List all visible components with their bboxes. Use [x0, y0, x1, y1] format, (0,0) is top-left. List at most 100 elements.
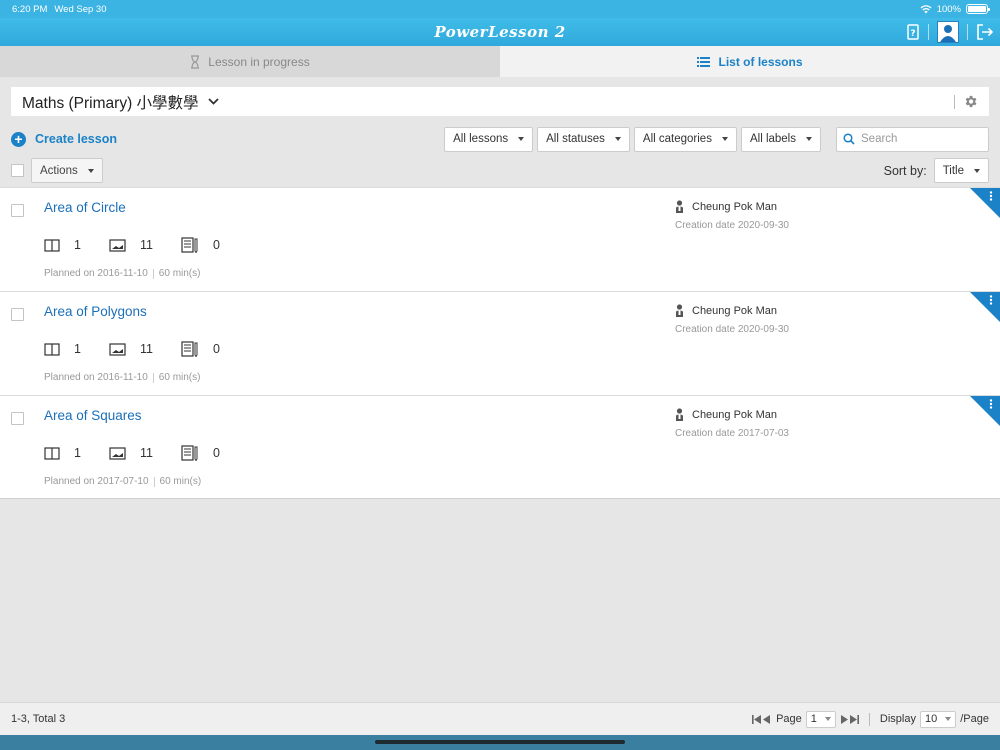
lesson-author: Cheung Pok Man	[675, 200, 777, 213]
lesson-card[interactable]: Area of Squares 1 11 0 Planned on 2017-0…	[0, 395, 1000, 499]
stat-slides: 11	[109, 446, 153, 460]
author-name: Cheung Pok Man	[692, 200, 777, 213]
lesson-card[interactable]: Area of Circle 1 11 0 Planned on 2016-11…	[0, 187, 1000, 291]
display-label: Display	[879, 713, 916, 725]
display-value: 10	[925, 713, 938, 725]
divider	[954, 94, 955, 109]
stat-tasks: 0	[181, 237, 220, 253]
lesson-checkbox[interactable]	[11, 412, 24, 425]
lesson-stats: 1 11 0	[44, 237, 248, 253]
creation-date: Creation date 2020-09-30	[675, 220, 789, 231]
divider	[153, 476, 155, 487]
lesson-meta: Planned on 2016-11-10 60 min(s)	[44, 372, 200, 383]
lesson-checkbox[interactable]	[11, 308, 24, 321]
battery-icon	[966, 4, 990, 14]
stat-value: 0	[212, 342, 220, 356]
app-header: PowerLesson 2 ?	[0, 18, 1000, 46]
teacher-icon	[676, 304, 683, 317]
search-field[interactable]	[836, 126, 989, 152]
plus-circle-icon: +	[11, 131, 26, 147]
planned-date: Planned on 2016-11-10	[44, 268, 148, 279]
tab-label: Lesson in progress	[208, 54, 310, 69]
tab-list-of-lessons[interactable]: List of lessons	[500, 46, 1000, 77]
sort-by-label: Sort by:	[883, 163, 927, 178]
stat-value: 0	[212, 238, 220, 252]
lesson-title[interactable]: Area of Squares	[44, 408, 142, 423]
image-icon	[109, 238, 126, 252]
chevron-down-icon[interactable]	[207, 98, 219, 105]
status-time: 6:20 PM	[12, 3, 48, 15]
page-label: Page	[776, 713, 802, 725]
stat-books: 1	[44, 446, 81, 460]
status-bar: 6:20 PM Wed Sep 30 100%	[0, 0, 1000, 18]
book-icon	[44, 446, 60, 460]
lesson-checkbox[interactable]	[11, 204, 24, 217]
dropdown-label: All lessons	[453, 133, 509, 145]
home-indicator[interactable]	[375, 740, 625, 744]
divider	[152, 372, 154, 383]
last-page-icon[interactable]	[849, 714, 859, 724]
author-name: Cheung Pok Man	[692, 408, 777, 421]
user-avatar-icon[interactable]	[937, 21, 959, 43]
pagination-footer: 1-3, Total 3 Page 1 Display 10 /Page	[0, 702, 1000, 735]
logout-icon[interactable]	[976, 24, 994, 40]
select-all-checkbox[interactable]	[11, 164, 24, 177]
creation-date: Creation date 2020-09-30	[675, 324, 789, 335]
create-lesson-label: Create lesson	[35, 132, 117, 146]
hourglass-icon	[191, 54, 200, 69]
image-icon	[109, 342, 126, 356]
stat-value: 1	[74, 446, 81, 460]
lesson-title[interactable]: Area of Polygons	[44, 304, 147, 319]
lesson-author: Cheung Pok Man	[675, 408, 777, 421]
stat-value: 1	[74, 238, 81, 252]
lesson-duration: 60 min(s)	[158, 372, 201, 383]
planned-date: Planned on 2016-11-10	[44, 372, 148, 383]
filter-statuses-dropdown[interactable]: All statuses	[537, 126, 630, 152]
caret-down-icon	[974, 168, 980, 173]
actions-dropdown[interactable]: Actions	[31, 158, 103, 183]
svg-text:?: ?	[910, 29, 915, 39]
caret-down-icon	[945, 717, 952, 721]
lesson-toolbar: + Create lesson All lessons All statuses…	[11, 126, 989, 152]
prev-page-icon[interactable]	[763, 714, 771, 724]
search-input[interactable]	[861, 133, 981, 145]
filter-lessons-dropdown[interactable]: All lessons	[444, 126, 534, 152]
filter-categories-dropdown[interactable]: All categories	[633, 126, 737, 152]
gear-icon[interactable]	[963, 94, 978, 109]
subject-selector[interactable]: Maths (Primary) 小學數學	[11, 87, 989, 116]
lesson-meta: Planned on 2017-07-10 60 min(s)	[44, 476, 201, 487]
filter-labels-dropdown[interactable]: All labels	[740, 126, 821, 152]
lesson-duration: 60 min(s)	[159, 476, 202, 487]
list-icon	[697, 56, 711, 67]
home-bar	[0, 735, 1000, 750]
display-select[interactable]: 10	[920, 710, 957, 728]
lesson-menu-icon[interactable]	[970, 188, 1000, 218]
help-book-icon[interactable]: ?	[906, 24, 920, 40]
page-value: 1	[810, 713, 817, 725]
worksheet-icon	[181, 445, 198, 461]
wifi-icon	[920, 4, 932, 13]
planned-date: Planned on 2017-07-10	[44, 476, 149, 487]
teacher-icon	[676, 200, 683, 213]
divider	[868, 712, 870, 726]
lesson-stats: 1 11 0	[44, 341, 248, 357]
lesson-tabs: Lesson in progress List of lessons	[0, 46, 1000, 77]
tab-lesson-in-progress[interactable]: Lesson in progress	[0, 46, 500, 77]
first-page-icon[interactable]	[752, 714, 762, 724]
stat-books: 1	[44, 238, 81, 252]
sort-dropdown[interactable]: Title	[933, 158, 989, 183]
status-date: Wed Sep 30	[54, 3, 107, 15]
lesson-menu-icon[interactable]	[970, 396, 1000, 426]
book-icon	[44, 342, 60, 356]
lesson-title[interactable]: Area of Circle	[44, 200, 126, 215]
page-select[interactable]: 1	[805, 710, 836, 728]
dropdown-label: Title	[942, 164, 964, 177]
caret-down-icon	[87, 168, 94, 173]
next-page-icon[interactable]	[840, 714, 848, 724]
header-divider	[928, 24, 929, 40]
stat-slides: 11	[109, 238, 153, 252]
create-lesson-button[interactable]: + Create lesson	[11, 131, 117, 147]
lesson-card[interactable]: Area of Polygons 1 11 0 Planned on 2016-…	[0, 291, 1000, 395]
lesson-menu-icon[interactable]	[970, 292, 1000, 322]
per-page-label: /Page	[960, 713, 989, 725]
